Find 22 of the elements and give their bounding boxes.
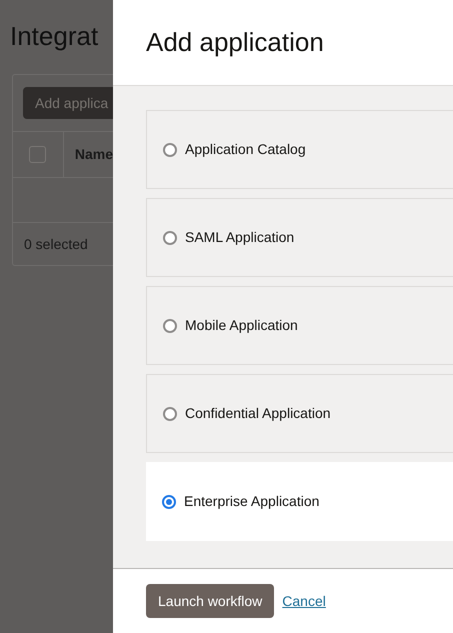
radio-button[interactable] [163,142,177,156]
cancel-link[interactable]: Cancel [282,590,326,612]
option-label: Confidential Application [185,404,331,423]
option-card[interactable]: SAML Application [146,198,453,277]
option-card[interactable]: Mobile Application [146,286,453,365]
option-card[interactable]: Confidential Application [146,374,453,453]
select-all-checkbox[interactable] [29,146,46,163]
launch-workflow-button[interactable]: Launch workflow [146,584,274,618]
option-card[interactable]: Enterprise Application [146,462,453,541]
radio-button[interactable] [162,494,176,508]
radio-button[interactable] [163,318,177,332]
radio-button[interactable] [163,406,177,420]
option-label: Application Catalog [185,140,306,159]
column-header: Name [74,145,113,164]
page-title: Integrat [10,20,98,53]
option-card[interactable]: Application Catalog [146,110,453,189]
option-label: SAML Application [185,228,294,247]
selection-count: 0 selected [24,234,88,254]
radio-button[interactable] [163,230,177,244]
option-label: Enterprise Application [184,492,320,511]
dialog-title: Add application [146,26,324,59]
option-label: Mobile Application [185,316,298,335]
